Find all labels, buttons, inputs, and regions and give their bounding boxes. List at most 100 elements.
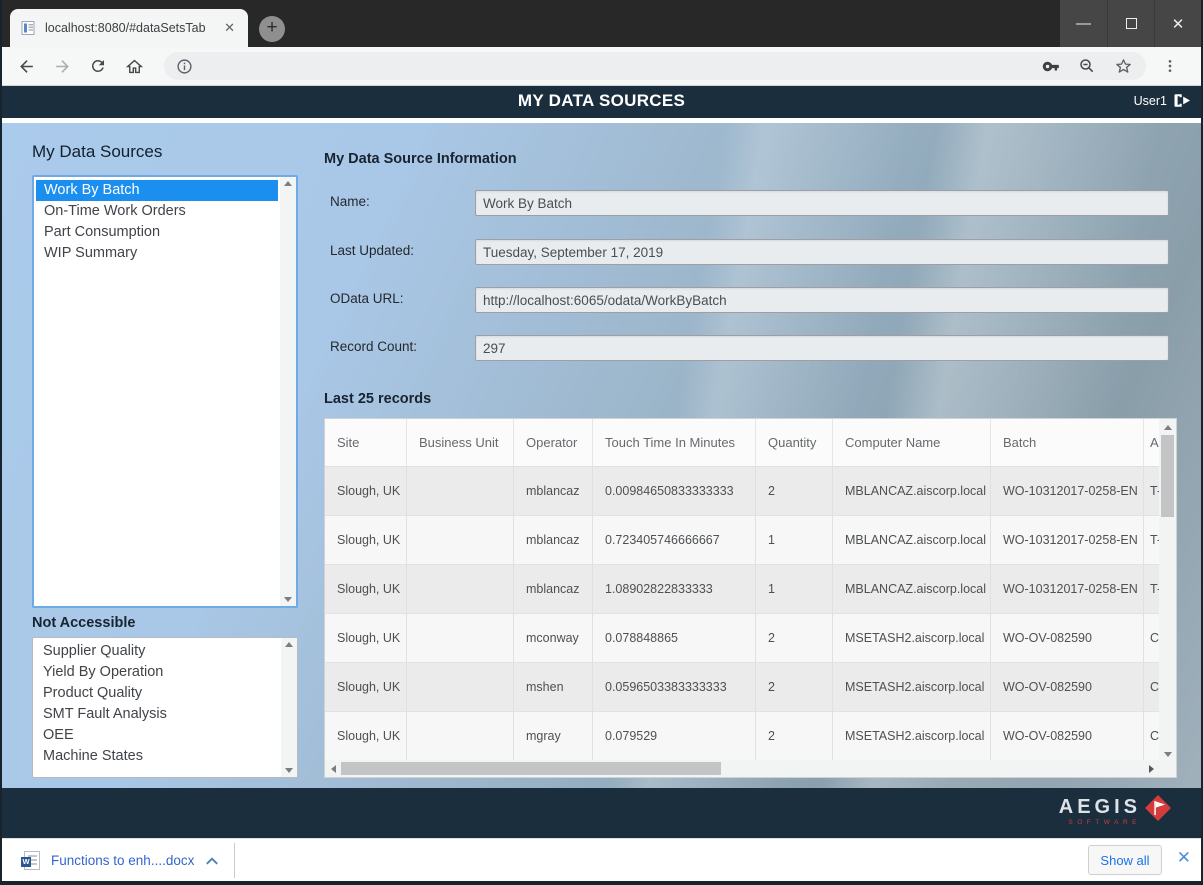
chevron-up-icon[interactable] [205,856,219,866]
table-cell: WO-10312017-0258-EN [991,467,1144,515]
table-row[interactable]: Slough, UKmgray0.0795292MSETASH2.aiscorp… [325,712,1176,761]
datasource-item[interactable]: WIP Summary [36,243,278,264]
table-row[interactable]: Slough, UKmblancaz0.009846508333333332MB… [325,467,1176,516]
minimize-icon: — [1076,15,1091,32]
not-accessible-list[interactable]: Supplier QualityYield By OperationProduc… [32,637,298,778]
table-cell: WO-OV-082590 [991,614,1144,662]
column-header[interactable]: Site [325,419,407,466]
column-header[interactable]: Batch [991,419,1144,466]
download-item[interactable]: W Functions to enh....docx [24,845,219,876]
logout-icon[interactable] [1174,93,1191,108]
bookmark-star-icon[interactable] [1112,55,1134,77]
column-header[interactable]: Touch Time In Minutes [593,419,756,466]
table-body: Slough, UKmblancaz0.009846508333333332MB… [325,467,1176,761]
table-cell [407,614,514,662]
not-accessible-item[interactable]: Yield By Operation [35,662,279,683]
minimize-button[interactable]: — [1060,0,1107,47]
table-row[interactable]: Slough, UKmblancaz0.7234057466666671MBLA… [325,516,1176,565]
my-data-sources-list[interactable]: Work By BatchOn-Time Work OrdersPart Con… [32,175,298,608]
column-header[interactable]: Computer Name [833,419,991,466]
scroll-up-button[interactable] [1159,419,1176,435]
main-panel: My Data Source Information Name: Last Up… [324,123,1177,788]
table-cell: 1 [756,565,833,613]
last-updated-input[interactable] [475,239,1169,265]
not-accessible-item[interactable]: SMT Fault Analysis [35,704,279,725]
browser-menu-icon[interactable] [1158,54,1182,78]
table-cell: MSETASH2.aiscorp.local [833,614,991,662]
download-filename[interactable]: Functions to enh....docx [51,853,194,868]
table-cell: 2 [756,663,833,711]
table-cell: mblancaz [514,516,593,564]
not-accessible-item[interactable]: Machine States [35,746,279,767]
table-cell: Slough, UK [325,712,407,760]
browser-tab[interactable]: localhost:8080/#dataSetsTab ✕ [10,9,248,47]
name-input[interactable] [475,190,1169,216]
table-cell: 0.079529 [593,712,756,760]
table-row[interactable]: Slough, UKmshen0.05965033833333332MSETAS… [325,663,1176,712]
aegis-logo-subtext: SOFTWARE [1068,819,1141,826]
table-cell: WO-10312017-0258-EN [991,516,1144,564]
scroll-down-icon[interactable] [285,768,293,773]
scroll-down-icon[interactable] [284,597,292,602]
left-panel: My Data Sources Work By BatchOn-Time Wor… [32,123,298,788]
username-label: User1 [1134,94,1167,108]
page-info-icon[interactable] [176,58,193,75]
reload-button[interactable] [86,54,110,78]
arrow-left-icon [17,57,36,76]
new-tab-button[interactable]: + [259,16,285,42]
table-cell: 0.0596503383333333 [593,663,756,711]
column-header[interactable]: Operator [514,419,593,466]
column-header[interactable]: Quantity [756,419,833,466]
record-count-input[interactable] [475,335,1169,361]
name-label: Name: [330,194,370,209]
table-cell: MSETASH2.aiscorp.local [833,663,991,711]
back-button[interactable] [14,54,38,78]
column-header[interactable]: Business Unit [407,419,514,466]
datasource-item[interactable]: Work By Batch [36,180,278,201]
scroll-up-icon[interactable] [284,181,292,186]
maximize-button[interactable] [1107,0,1154,47]
records-table: SiteBusiness UnitOperatorTouch Time In M… [324,418,1177,778]
last-updated-label: Last Updated: [330,243,414,258]
tab-close-icon[interactable]: ✕ [221,20,238,36]
table-cell [407,663,514,711]
app-header: MY DATA SOURCES User1 [2,86,1201,118]
aegis-flag-icon [1145,795,1171,821]
sidebar-heading: My Data Sources [32,142,162,162]
table-row[interactable]: Slough, UKmconway0.0788488652MSETASH2.ai… [325,614,1176,663]
vertical-scroll-thumb[interactable] [1161,435,1174,517]
table-vertical-scrollbar[interactable] [1159,419,1176,762]
key-icon[interactable] [1040,55,1062,77]
not-accessible-item[interactable]: Supplier Quality [35,641,279,662]
table-horizontal-scrollbar[interactable] [325,760,1159,777]
scroll-left-button[interactable] [325,760,341,777]
table-cell: 2 [756,712,833,760]
not-accessible-scrollbar[interactable] [281,638,297,777]
aegis-logo: AEGIS SOFTWARE [1059,797,1171,826]
download-bar-close-icon[interactable]: ✕ [1177,848,1191,868]
horizontal-scroll-thumb[interactable] [341,762,721,775]
aegis-logo-text: AEGIS [1059,797,1141,817]
user-area[interactable]: User1 [1134,93,1191,108]
browser-toolbar [2,47,1201,86]
odata-url-input[interactable] [475,287,1169,313]
scroll-right-button[interactable] [1143,760,1159,777]
forward-button[interactable] [50,54,74,78]
table-cell: Slough, UK [325,467,407,515]
close-button[interactable]: ✕ [1154,0,1201,47]
show-all-button[interactable]: Show all [1088,845,1162,875]
info-heading: My Data Source Information [324,151,517,167]
address-bar[interactable] [164,52,1146,80]
scroll-up-icon[interactable] [285,642,293,647]
table-row[interactable]: Slough, UKmblancaz1.089028228333331MBLAN… [325,565,1176,614]
not-accessible-item[interactable]: OEE [35,725,279,746]
datasource-item[interactable]: Part Consumption [36,222,278,243]
not-accessible-item[interactable]: Product Quality [35,683,279,704]
datasource-item[interactable]: On-Time Work Orders [36,201,278,222]
table-cell: MBLANCAZ.aiscorp.local [833,565,991,613]
datasource-list-scrollbar[interactable] [280,177,296,606]
not-accessible-heading: Not Accessible [32,615,135,631]
home-button[interactable] [122,54,146,78]
zoom-icon[interactable] [1076,55,1098,77]
not-accessible-list-items: Supplier QualityYield By OperationProduc… [33,638,281,777]
